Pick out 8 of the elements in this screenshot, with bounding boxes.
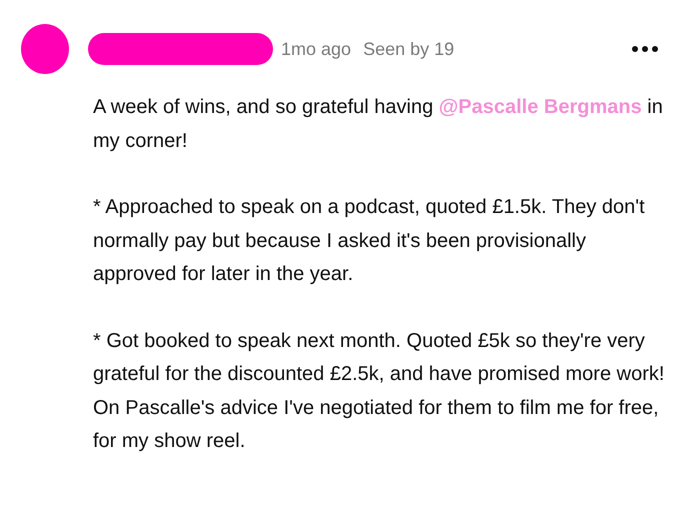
post-time: 1mo ago (281, 38, 352, 60)
post-paragraph: * Approached to speak on a podcast, quoted £1.5k. They don't normally pay but because I asked it's been provisionally approved for later in the year. (93, 195, 646, 287)
seen-count: Seen by 19 (363, 38, 454, 60)
mention-link[interactable]: @Pascalle Bergmans (438, 96, 642, 118)
avatar (21, 24, 69, 74)
more-options-icon[interactable] (632, 46, 658, 52)
post-paragraph: A week of wins, and so grateful having @Pascalle Bergmans in my corner! (93, 95, 664, 154)
post-paragraph: * Got booked to speak next month. Quoted £5k so they're very grateful for the discounted £2.5k, and have promised more work! On Pascalle's advice I've negotiated for them to film me for free, for my show reel. (93, 328, 666, 454)
